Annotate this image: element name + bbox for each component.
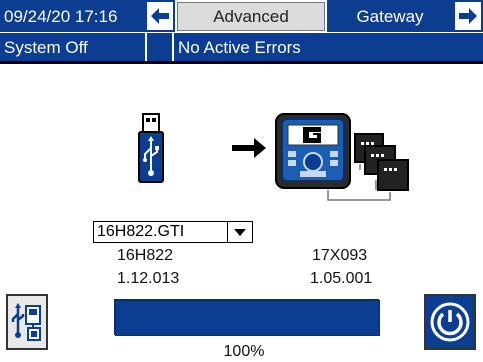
progress-track [114,299,380,336]
network-nodes-icon [327,133,409,201]
left-arrow-icon [151,8,169,24]
system-status-text: System Off [4,37,88,57]
right-arrow-icon [459,8,477,24]
tab-gateway[interactable]: Gateway [327,0,453,32]
error-status-text: No Active Errors [178,37,301,57]
right-part-number: 17X093 [312,247,368,264]
status-spacer [147,33,172,61]
usb-install-icon [11,303,41,341]
power-button[interactable] [424,294,476,350]
usb-install-button[interactable] [6,294,48,350]
tab-gateway-label: Gateway [356,6,424,26]
file-select-dropdown[interactable]: 16H822.GTI [93,221,253,243]
left-part-number: 16H822 [117,247,174,264]
system-status: System Off [0,33,145,61]
power-icon [430,302,470,342]
error-status: No Active Errors [174,33,483,61]
tab-advanced[interactable]: Advanced [177,2,325,31]
datetime-display: 09/24/20 17:16 [0,0,145,32]
datetime-text: 09/24/20 17:16 [4,6,118,26]
prev-screen-button[interactable] [145,0,175,32]
file-select-value: 16H822.GTI [97,223,185,240]
progress-fill [115,300,380,336]
chevron-down-icon[interactable] [227,222,252,242]
progress-percent: 100% [223,343,265,360]
transfer-arrow-icon [232,138,266,158]
tab-advanced-label: Advanced [213,6,289,26]
left-version: 1.12.013 [117,270,180,287]
right-version: 1.05.001 [310,270,373,287]
usb-drive-icon [138,113,164,183]
header-divider [0,61,483,64]
next-screen-button[interactable] [453,0,483,32]
